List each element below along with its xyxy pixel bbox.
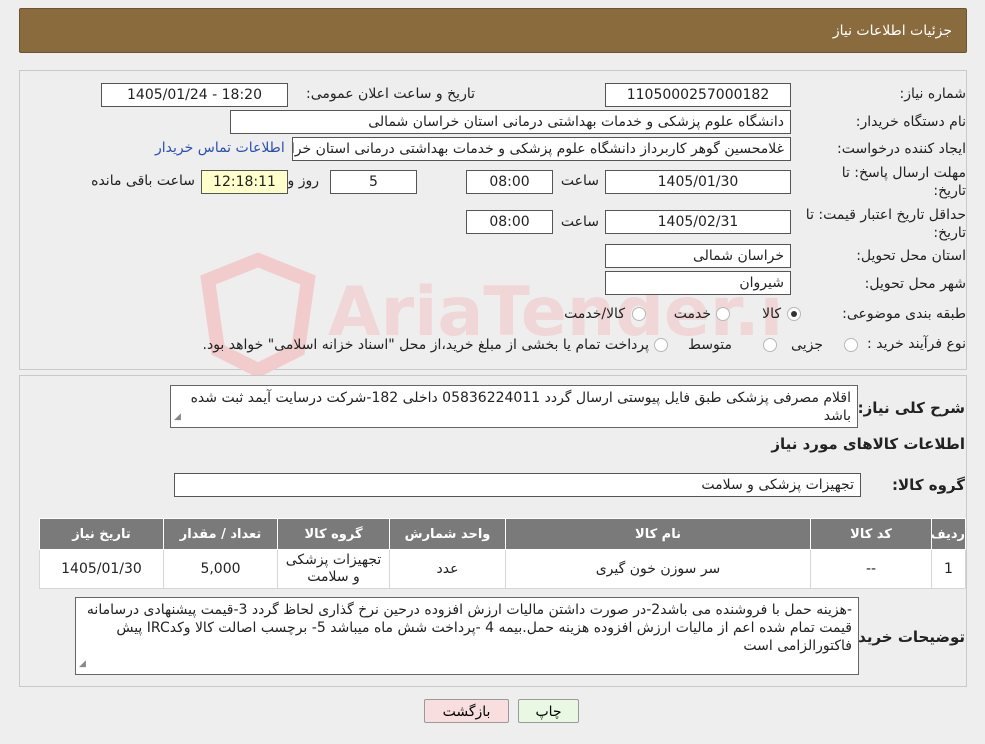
buyer-label: نام دستگاه خریدار: — [855, 114, 966, 130]
requester-label: ایجاد کننده درخواست: — [837, 141, 966, 157]
deadline-time-field: 08:00 — [466, 170, 553, 194]
need-number-label: شماره نیاز: — [899, 86, 967, 102]
announce-label: تاریخ و ساعت اعلان عمومی: — [306, 86, 475, 102]
province-label: استان محل تحویل: — [856, 248, 966, 264]
buyer-contact-link[interactable]: اطلاعات تماس خریدار — [155, 140, 285, 156]
summary-text: اقلام مصرفی پزشکی طبق فایل پیوستی ارسال … — [190, 390, 851, 424]
cell-date: 1405/01/30 — [39, 549, 164, 589]
requester-field: غلامحسین گوهر کاربرداز دانشگاه علوم پزشک… — [292, 137, 791, 161]
cell-unit: عدد — [389, 549, 506, 589]
validity-label: حداقل تاریخ اعتبار قیمت: تا — [805, 207, 966, 223]
page-header: جزئیات اطلاعات نیاز — [19, 8, 967, 53]
col-date: تاریخ نیاز — [39, 518, 164, 550]
col-row: ردیف — [930, 518, 966, 550]
table-row[interactable]: 1 -- سر سوزن خون گیری عدد تجهیزات پزشکی … — [39, 549, 966, 589]
announce-field: 1405/01/24 - 18:20 — [101, 83, 288, 107]
col-group: گروه کالا — [277, 518, 390, 550]
print-button[interactable]: چاپ — [518, 699, 579, 723]
remaining-label: ساعت باقی مانده — [91, 173, 195, 189]
category-radio-service[interactable] — [716, 307, 730, 321]
validity-time-field: 08:00 — [466, 210, 553, 234]
cell-code: -- — [810, 549, 932, 589]
col-qty: تعداد / مقدار — [163, 518, 278, 550]
category-option-service: خدمت — [673, 306, 711, 322]
deadline-days-field: 5 — [330, 170, 417, 194]
purchase-radio-medium[interactable] — [763, 338, 777, 352]
validity-label-2: تاریخ: — [933, 225, 966, 241]
cell-qty: 5,000 — [163, 549, 278, 589]
category-radio-goods[interactable] — [787, 307, 801, 321]
purchase-option-minor: جزیی — [791, 337, 823, 353]
deadline-date-field: 1405/01/30 — [605, 170, 791, 194]
goods-info-title: اطلاعات کالاهای مورد نیاز — [771, 435, 965, 453]
deadline-days-label: روز و — [287, 173, 320, 189]
category-option-goods-service: کالا/خدمت — [564, 306, 625, 322]
validity-date-field: 1405/02/31 — [605, 210, 791, 234]
summary-label: شرح کلی نیاز: — [857, 399, 965, 417]
purchase-radio-treasury[interactable] — [654, 338, 668, 352]
city-label: شهر محل تحویل: — [864, 276, 966, 292]
cell-row: 1 — [931, 549, 966, 589]
buyer-field: دانشگاه علوم پزشکی و خدمات بهداشتی درمان… — [230, 110, 791, 134]
items-table: ردیف کد کالا نام کالا واحد شمارش گروه کا… — [39, 518, 966, 589]
resize-handle-icon[interactable]: ◢ — [79, 655, 86, 673]
validity-time-label: ساعت — [560, 214, 599, 230]
cell-name: سر سوزن خون گیری — [505, 549, 811, 589]
category-label: طبقه بندی موضوعی: — [842, 306, 966, 322]
deadline-time-label: ساعت — [560, 173, 599, 189]
resize-handle-icon[interactable]: ◢ — [174, 408, 181, 426]
purchase-option-medium: متوسط — [688, 337, 732, 353]
goods-group-label: گروه کالا: — [892, 476, 965, 494]
purchase-type-label: نوع فرآیند خرید : — [867, 336, 966, 352]
category-radio-goods-service[interactable] — [632, 307, 646, 321]
category-option-goods: کالا — [762, 306, 781, 322]
summary-textarea[interactable]: اقلام مصرفی پزشکی طبق فایل پیوستی ارسال … — [170, 385, 858, 428]
need-number-field: 1105000257000182 — [605, 83, 791, 107]
buyer-notes-text: -هزینه حمل با فروشنده می باشد2-در صورت د… — [86, 602, 852, 654]
city-field: شیروان — [605, 271, 791, 295]
page-title: جزئیات اطلاعات نیاز — [832, 23, 952, 39]
buyer-notes-textarea[interactable]: -هزینه حمل با فروشنده می باشد2-در صورت د… — [75, 597, 859, 675]
back-button[interactable]: بازگشت — [424, 699, 509, 723]
remaining-time-field: 12:18:11 — [201, 170, 288, 194]
cell-group: تجهیزات پزشکی و سلامت — [277, 549, 390, 589]
col-unit: واحد شمارش — [389, 518, 506, 550]
province-field: خراسان شمالی — [605, 244, 791, 268]
purchase-radio-minor[interactable] — [844, 338, 858, 352]
col-code: کد کالا — [810, 518, 932, 550]
deadline-label: مهلت ارسال پاسخ: تا — [841, 165, 966, 181]
col-name: نام کالا — [505, 518, 811, 550]
goods-group-field: تجهیزات پزشکی و سلامت — [174, 473, 861, 497]
treasury-note: پرداخت تمام یا بخشی از مبلغ خرید،از محل … — [202, 337, 649, 353]
deadline-label-2: تاریخ: — [933, 183, 966, 199]
table-header-row: ردیف کد کالا نام کالا واحد شمارش گروه کا… — [39, 518, 966, 550]
